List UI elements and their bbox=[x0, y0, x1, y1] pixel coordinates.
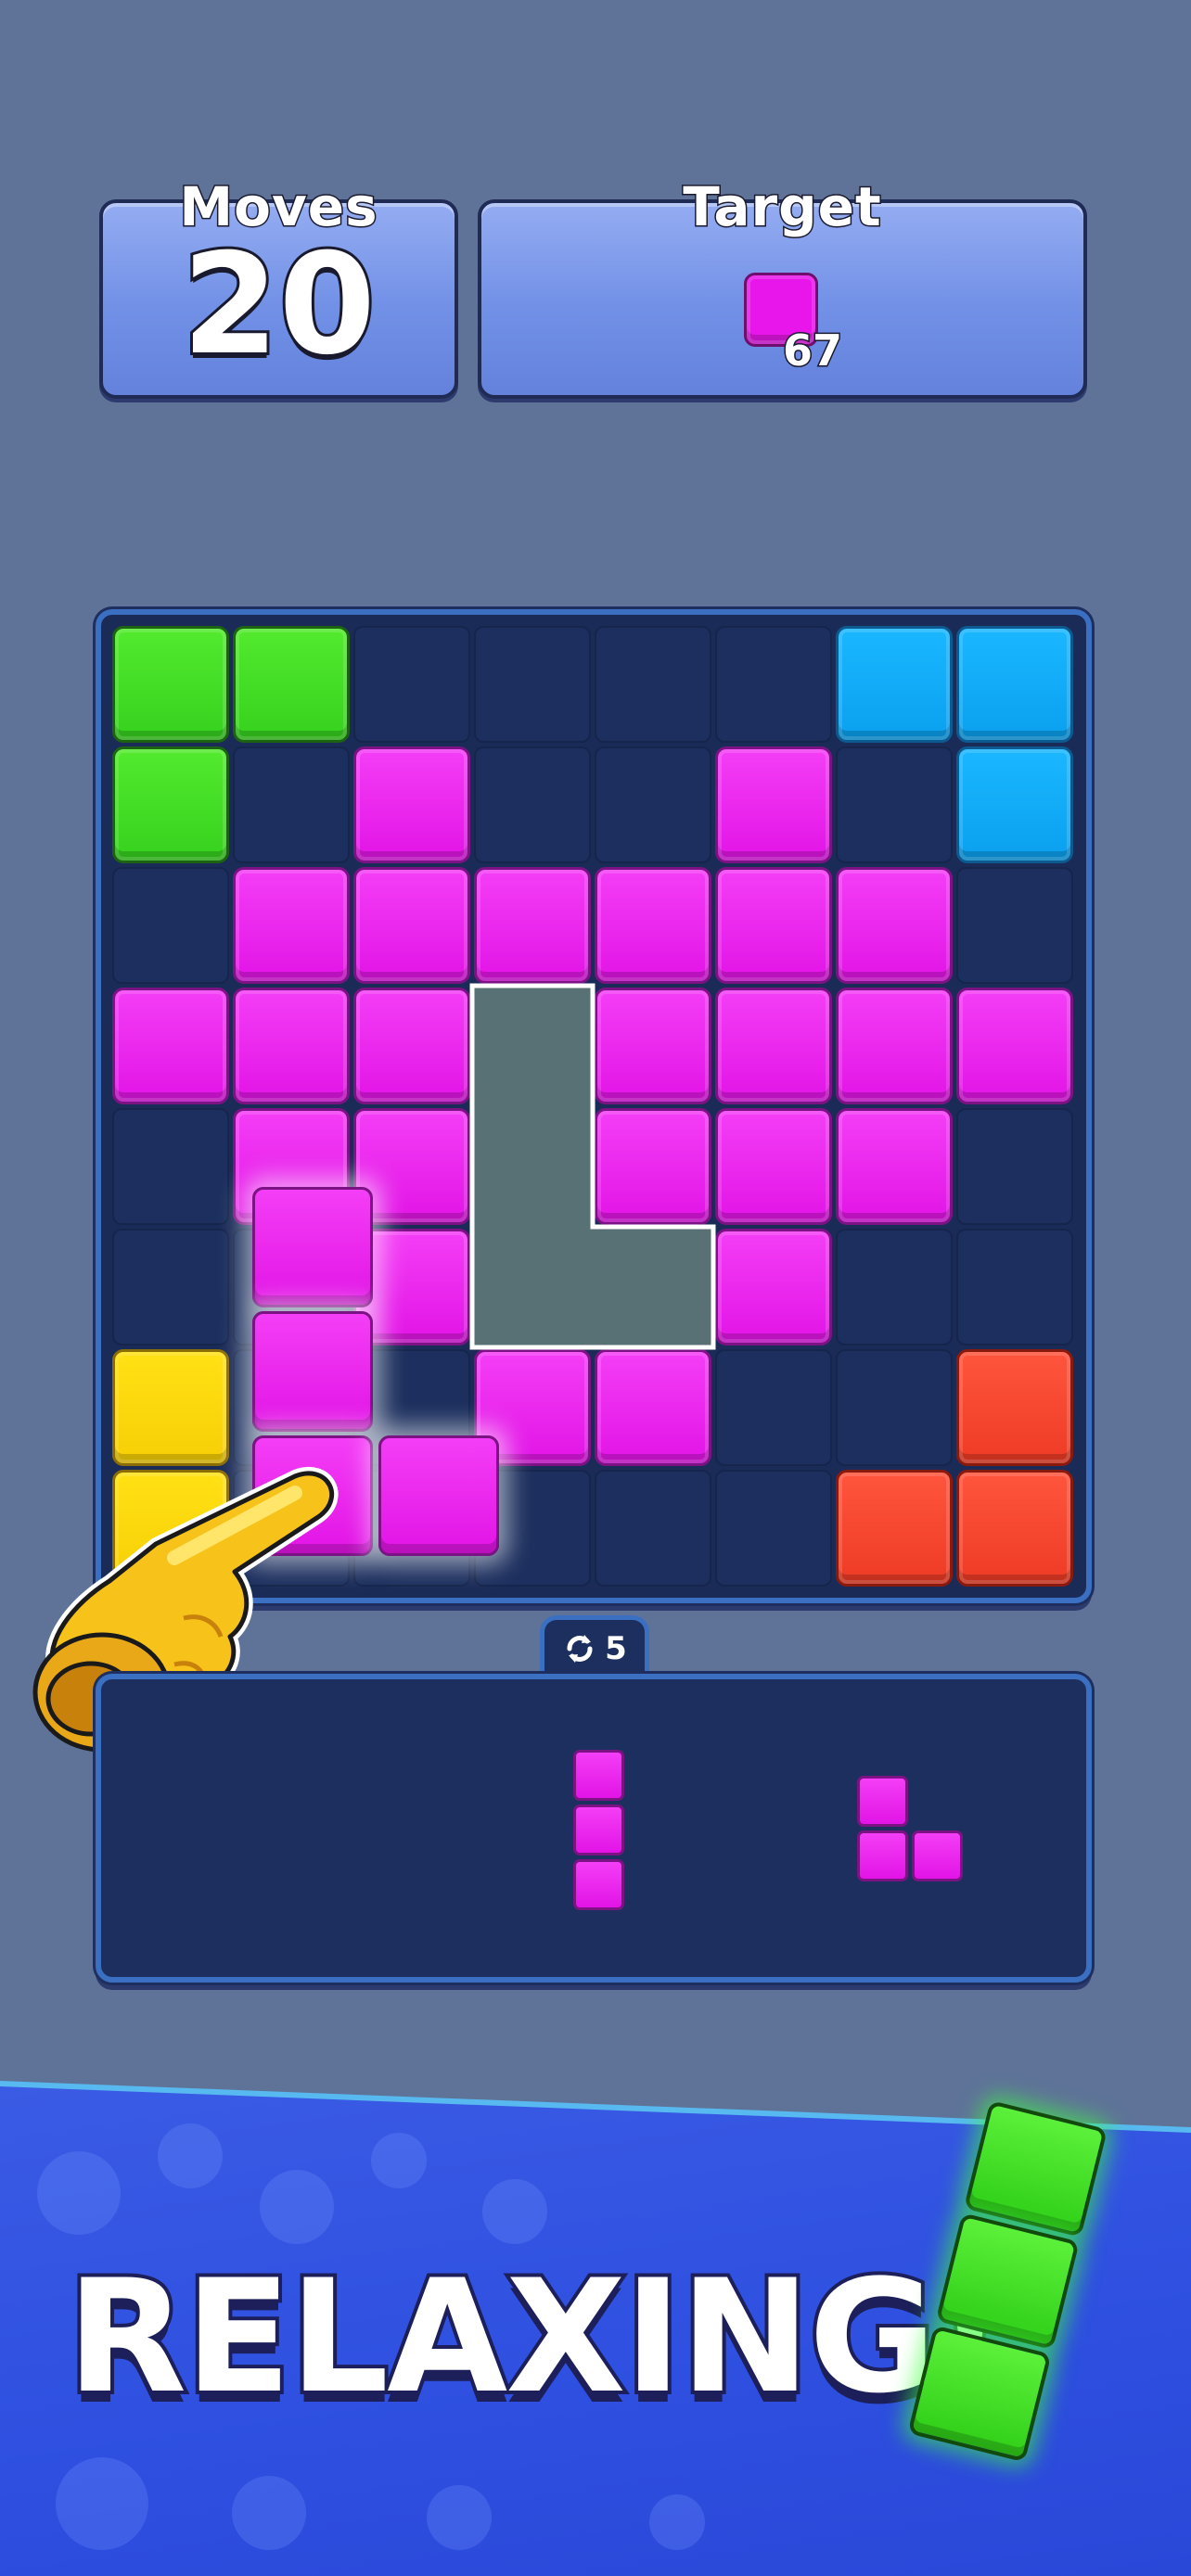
preview-outline bbox=[469, 983, 716, 1350]
target-panel: Target 67 bbox=[478, 174, 1087, 399]
dragged-block[interactable] bbox=[252, 1187, 373, 1307]
moves-value: 20 bbox=[179, 224, 378, 386]
dragged-block[interactable] bbox=[378, 1435, 499, 1556]
target-count: 67 bbox=[781, 325, 843, 377]
placement-preview bbox=[469, 983, 716, 1350]
tray-block bbox=[912, 1830, 963, 1881]
game-board[interactable] bbox=[96, 609, 1092, 1603]
tray-block bbox=[857, 1830, 908, 1881]
banner-headline: RELAXING! bbox=[63, 2242, 1009, 2431]
target-label: Target bbox=[682, 174, 882, 240]
tray-block bbox=[573, 1750, 624, 1801]
piece-tray bbox=[96, 1674, 1092, 1983]
rotate-button[interactable]: 5 bbox=[540, 1615, 649, 1677]
tray-block bbox=[573, 1804, 624, 1855]
game-screen: Moves 20 Target 67 5 RELAXING! bbox=[0, 0, 1191, 2576]
dragged-block[interactable] bbox=[252, 1311, 373, 1432]
tray-block bbox=[573, 1859, 624, 1910]
tray-block bbox=[857, 1776, 908, 1827]
rotate-count: 5 bbox=[605, 1629, 627, 1667]
moves-panel: Moves 20 bbox=[99, 174, 458, 399]
rotate-icon bbox=[567, 1634, 593, 1663]
